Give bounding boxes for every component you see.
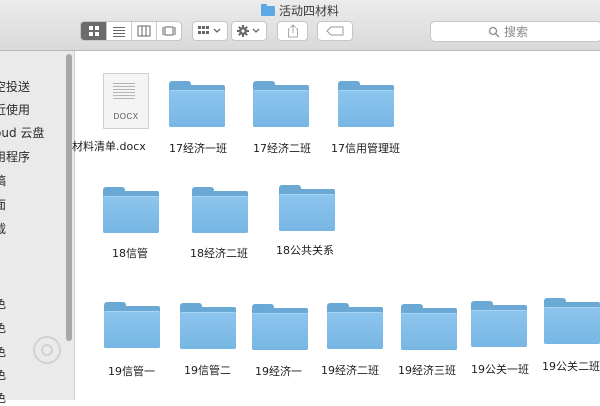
sidebar-item-tag[interactable]: 色 — [0, 389, 6, 405]
icon-view-button[interactable] — [81, 22, 107, 40]
list-icon — [113, 27, 125, 37]
grid-icon — [88, 26, 99, 36]
search-input[interactable] — [504, 24, 544, 39]
group-grid-icon — [198, 26, 221, 34]
sidebar-item-applications[interactable]: 用程序 — [0, 148, 30, 164]
folder-icon — [338, 81, 394, 127]
folder-name: 18经济二班 — [190, 247, 248, 260]
folder-icon — [260, 4, 275, 16]
sidebar-item-tag[interactable]: 色 — [0, 343, 6, 359]
folder-icon — [471, 301, 527, 347]
list-view-button[interactable] — [107, 22, 132, 40]
folder-name: 19公关一班 — [471, 363, 529, 376]
folder-name: 19公关二班 — [542, 360, 600, 373]
folder-icon — [103, 187, 159, 233]
sidebar-item-airdrop[interactable]: 空投送 — [0, 78, 30, 94]
watermark-logo — [33, 336, 61, 364]
gear-icon — [237, 25, 260, 37]
share-icon — [287, 24, 298, 38]
sidebar-scrollbar[interactable] — [64, 51, 74, 400]
file-name: 材料清单.docx — [72, 140, 146, 153]
folder-icon — [104, 302, 160, 348]
group-by-button[interactable] — [192, 21, 228, 41]
tags-button[interactable] — [317, 21, 353, 41]
gallery-view-button[interactable] — [157, 22, 181, 40]
folder-name: 19经济一 — [255, 365, 302, 378]
folder-icon — [401, 304, 457, 350]
columns-icon — [137, 25, 151, 37]
search-field[interactable] — [430, 21, 600, 42]
folder-icon — [327, 303, 383, 349]
sidebar-item-tag[interactable]: 色 — [0, 366, 6, 382]
file-type-badge: DOCX — [113, 112, 139, 121]
tag-icon — [326, 26, 344, 36]
action-menu-button[interactable] — [231, 21, 267, 41]
folder-icon — [544, 298, 600, 344]
folder-icon — [169, 81, 225, 127]
folder-name: 19信管二 — [184, 364, 231, 377]
folder-name: 18公共关系 — [276, 244, 334, 257]
sidebar-item-tag[interactable]: 色 — [0, 295, 6, 311]
docx-file-icon: DOCX — [103, 73, 149, 129]
folder-name: 19经济三班 — [398, 364, 456, 377]
window-title-text: 活动四材料 — [278, 4, 339, 18]
file-grid: DOCX 材料清单.docx 17经济一班 17经济二班 17信用管理班 18信… — [72, 51, 600, 400]
folder-name: 19经济二班 — [321, 364, 379, 377]
folder-icon — [192, 187, 248, 233]
column-view-button[interactable] — [132, 22, 157, 40]
share-button[interactable] — [277, 21, 308, 41]
sidebar-item-downloads[interactable]: 载 — [0, 220, 6, 236]
toolbar: 活动四材料 — [0, 0, 600, 51]
window-title: 活动四材料 — [0, 2, 600, 18]
folder-icon — [253, 81, 309, 127]
sidebar-item-icloud-drive[interactable]: oud 云盘 — [0, 124, 44, 140]
sidebar-item-desktop[interactable]: 面 — [0, 196, 6, 212]
folder-name: 17经济一班 — [169, 142, 227, 155]
folder-name: 19信管一 — [108, 365, 155, 378]
scrollbar-thumb[interactable] — [66, 54, 72, 341]
folder-icon — [180, 303, 236, 349]
folder-icon — [252, 304, 308, 350]
view-mode-control — [80, 21, 182, 41]
sidebar-item-documents[interactable]: 稿 — [0, 172, 6, 188]
search-icon — [488, 26, 500, 37]
folder-name: 17信用管理班 — [331, 142, 400, 155]
gallery-icon — [162, 26, 176, 36]
sidebar-item-tag[interactable]: 色 — [0, 319, 6, 335]
folder-icon — [279, 185, 335, 231]
folder-name: 18信管 — [112, 247, 148, 260]
sidebar-item-recents[interactable]: 近使用 — [0, 101, 30, 117]
folder-name: 17经济二班 — [253, 142, 311, 155]
